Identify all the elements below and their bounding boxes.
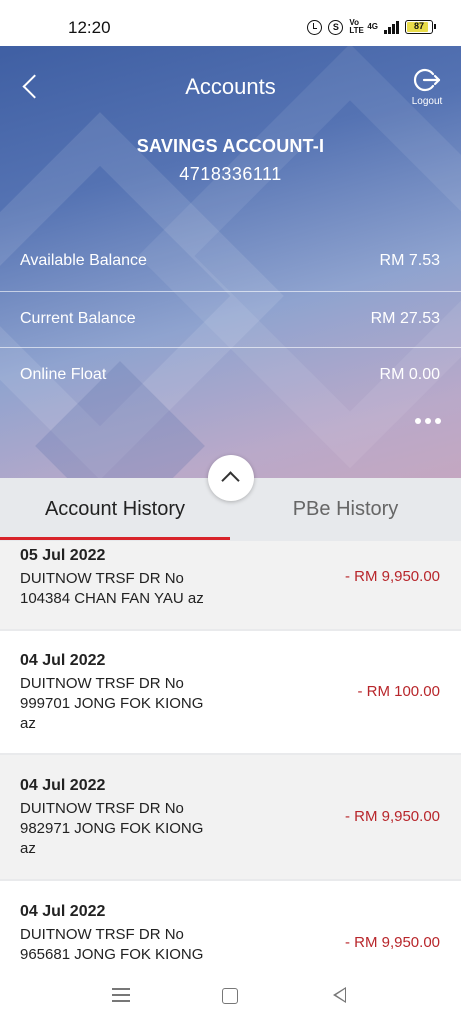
balance-row-available: Available Balance RM 7.53 <box>0 234 461 290</box>
transaction-date: 04 Jul 2022 <box>20 777 106 794</box>
transaction-row[interactable]: 04 Jul 2022 DUITNOW TRSF DR No 982971 JO… <box>0 755 461 879</box>
transaction-desc-line1: DUITNOW TRSF DR No <box>20 675 184 692</box>
status-time: 12:20 <box>68 18 111 37</box>
transaction-date: 04 Jul 2022 <box>20 652 106 669</box>
transaction-desc-line1: DUITNOW TRSF DR No <box>20 800 184 817</box>
transaction-desc-line2: 999701 JONG FOK KIONG <box>20 695 204 712</box>
collapse-toggle-button[interactable] <box>208 455 254 501</box>
balance-row-online-float: Online Float RM 0.00 <box>0 347 461 403</box>
battery-icon: 87 <box>405 20 436 34</box>
logout-button[interactable]: Logout <box>409 66 445 107</box>
tab-pbe-history[interactable]: PBe History <box>230 478 461 541</box>
transaction-desc-line3: az <box>20 840 36 857</box>
active-tab-indicator <box>0 537 230 540</box>
4g-signal-icon <box>384 20 399 34</box>
home-button[interactable] <box>222 988 238 1004</box>
transaction-desc-line2: 104384 CHAN FAN YAU az <box>20 590 204 607</box>
transaction-amount: - RM 9,950.00 <box>344 808 440 825</box>
transaction-amount: - RM 9,950.00 <box>344 568 440 585</box>
status-icons: S Vo LTE 4G 87 <box>307 18 436 35</box>
transaction-list[interactable]: 05 Jul 2022 DUITNOW TRSF DR No 104384 CH… <box>0 541 461 966</box>
balance-value: RM 7.53 <box>379 252 440 269</box>
transaction-desc-line3: az <box>20 715 36 732</box>
volte-icon: Vo LTE <box>349 18 364 35</box>
balance-row-current: Current Balance RM 27.53 <box>0 291 461 347</box>
transaction-row[interactable]: 04 Jul 2022 DUITNOW TRSF DR No 965681 JO… <box>0 881 461 966</box>
page-title: Accounts <box>185 74 276 99</box>
transaction-amount: - RM 100.00 <box>357 683 440 700</box>
logout-icon <box>413 66 441 94</box>
account-number: 4718336111 <box>179 164 282 184</box>
transaction-desc-line1: DUITNOW TRSF DR No <box>20 570 184 587</box>
balance-value: RM 27.53 <box>370 310 440 327</box>
transaction-date: 04 Jul 2022 <box>20 903 106 920</box>
account-name: SAVINGS ACCOUNT-I <box>136 136 325 156</box>
transaction-row[interactable]: 04 Jul 2022 DUITNOW TRSF DR No 999701 JO… <box>0 631 461 753</box>
account-header: Accounts Logout SAVINGS ACCOUNT-I 471833… <box>0 46 461 478</box>
status-bar: 12:20 S Vo LTE 4G 87 <box>0 0 461 46</box>
more-options-icon[interactable] <box>415 418 441 424</box>
transaction-amount: - RM 9,950.00 <box>344 934 440 951</box>
tab-account-history[interactable]: Account History <box>0 478 230 541</box>
transaction-desc-line2: 982971 JONG FOK KIONG <box>20 820 204 837</box>
transaction-desc-line2: 965681 JONG FOK KIONG <box>20 946 204 963</box>
system-back-button[interactable] <box>333 987 346 1003</box>
alarm-icon <box>307 19 323 35</box>
transaction-date: 05 Jul 2022 <box>20 547 106 564</box>
recent-apps-button[interactable] <box>112 988 130 1002</box>
network-type: 4G <box>367 22 378 31</box>
s-icon: S <box>328 19 344 35</box>
system-navigation-bar <box>0 966 461 1024</box>
transaction-row[interactable]: 05 Jul 2022 DUITNOW TRSF DR No 104384 CH… <box>0 541 461 629</box>
balance-label: Available Balance <box>20 252 147 269</box>
balance-label: Current Balance <box>20 310 136 327</box>
transaction-desc-line1: DUITNOW TRSF DR No <box>20 926 184 943</box>
logout-label: Logout <box>411 96 443 107</box>
balance-value: RM 0.00 <box>379 366 440 383</box>
battery-level: 87 <box>413 21 424 31</box>
balance-label: Online Float <box>20 366 107 383</box>
